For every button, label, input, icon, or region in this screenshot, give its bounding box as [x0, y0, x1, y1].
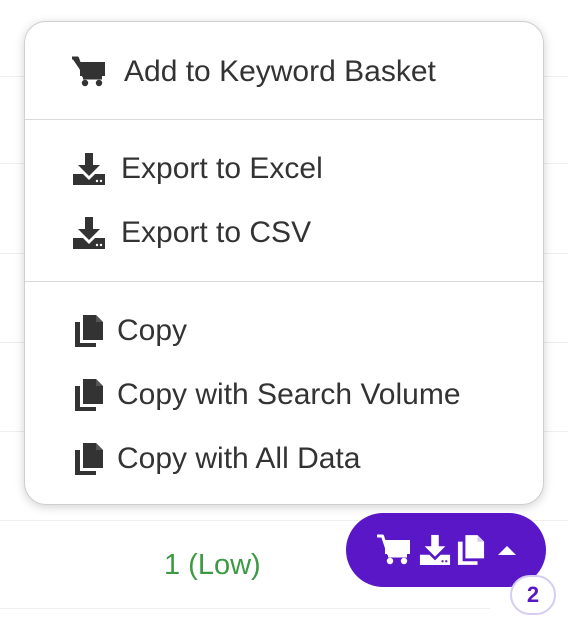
selected-count-badge: 2 — [510, 575, 556, 615]
cart-icon — [71, 54, 107, 90]
copy-icon — [457, 534, 485, 566]
difficulty-value: 1 (Low) — [164, 549, 261, 581]
bulk-actions-button[interactable] — [346, 513, 546, 587]
copy-icon — [71, 377, 107, 413]
menu-item-copy[interactable]: Copy — [25, 303, 543, 359]
menu-item-export-to-excel[interactable]: Export to Excel — [25, 141, 543, 197]
download-icon — [71, 151, 107, 187]
export-dropdown-menu: Add to Keyword Basket Export to Excel Ex… — [24, 21, 544, 505]
download-icon — [71, 215, 107, 251]
copy-icon — [71, 441, 107, 477]
menu-item-label: Copy with Search Volume — [117, 378, 461, 411]
cart-icon — [375, 534, 413, 566]
menu-item-copy-with-search-volume[interactable]: Copy with Search Volume — [25, 367, 543, 423]
menu-item-label: Copy with All Data — [117, 442, 361, 475]
menu-item-label: Add to Keyword Basket — [124, 55, 436, 88]
menu-item-label: Export to CSV — [121, 216, 312, 249]
menu-item-add-to-keyword-basket[interactable]: Add to Keyword Basket — [25, 44, 543, 100]
page: 1 (Low) Add to Keyword Basket Export to … — [0, 0, 568, 620]
copy-icon — [71, 313, 107, 349]
menu-divider — [25, 281, 543, 282]
menu-item-label: Export to Excel — [121, 152, 323, 185]
menu-item-label: Copy — [117, 314, 188, 347]
menu-divider — [25, 119, 543, 120]
caret-up-icon — [497, 544, 517, 556]
download-icon — [419, 534, 451, 566]
menu-item-copy-with-all-data[interactable]: Copy with All Data — [25, 431, 543, 487]
table-row-divider — [0, 608, 490, 609]
menu-item-export-to-csv[interactable]: Export to CSV — [25, 205, 543, 261]
